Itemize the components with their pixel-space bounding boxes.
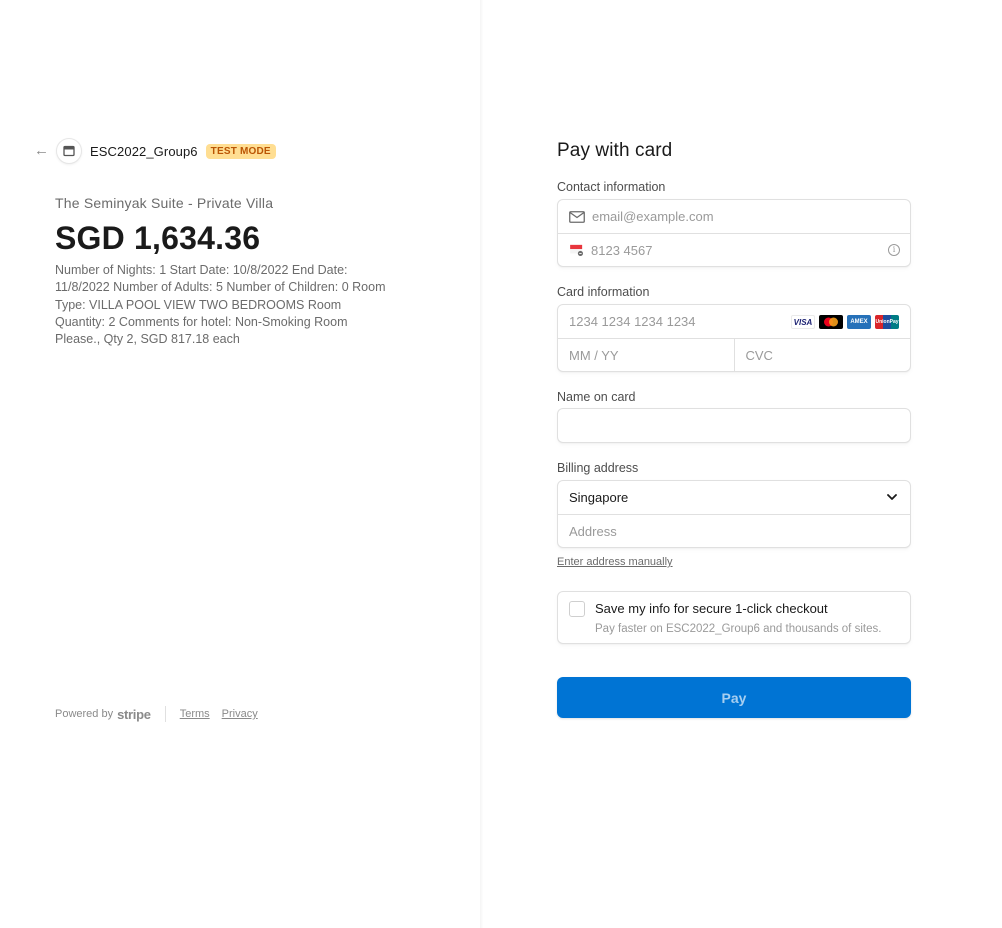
footer: Powered by stripe Terms Privacy — [55, 706, 270, 722]
merchant-header: ← ESC2022_Group6 TEST MODE — [34, 138, 276, 164]
product-name: The Seminyak Suite - Private Villa — [55, 195, 274, 211]
expiry-placeholder: MM / YY — [569, 347, 619, 363]
info-icon[interactable]: i — [888, 244, 900, 256]
contact-info-group: email@example.com 8123 4567 i — [557, 199, 911, 267]
name-on-card-label: Name on card — [557, 390, 636, 404]
mastercard-icon — [819, 315, 843, 329]
card-expiry-cvc-row: MM / YY CVC — [558, 338, 910, 371]
cvc-field[interactable]: CVC — [733, 339, 911, 371]
unionpay-icon: UnionPay — [875, 315, 899, 329]
card-brands: VISA AMEX UnionPay — [791, 315, 899, 329]
card-info-group: 1234 1234 1234 1234 VISA AMEX UnionPay M… — [557, 304, 911, 372]
phone-field[interactable]: 8123 4567 i — [558, 233, 910, 266]
name-on-card-field[interactable] — [558, 409, 910, 442]
contact-info-label: Contact information — [557, 180, 666, 194]
card-number-placeholder: 1234 1234 1234 1234 — [569, 314, 696, 329]
enter-address-manually-link[interactable]: Enter address manually — [557, 556, 673, 568]
save-info-box: Save my info for secure 1-click checkout… — [557, 591, 911, 644]
powered-by[interactable]: Powered by stripe — [55, 707, 151, 722]
mail-icon — [569, 210, 585, 223]
back-arrow-icon[interactable]: ← — [34, 143, 50, 159]
merchant-name: ESC2022_Group6 — [90, 143, 198, 159]
privacy-link[interactable]: Privacy — [222, 708, 258, 720]
visa-icon: VISA — [791, 315, 815, 329]
country-value: Singapore — [569, 490, 629, 505]
singapore-flag-icon — [570, 244, 583, 256]
powered-by-text: Powered by — [55, 708, 114, 720]
email-field[interactable]: email@example.com — [558, 200, 910, 233]
card-number-field[interactable]: 1234 1234 1234 1234 VISA AMEX UnionPay — [558, 305, 910, 338]
address-placeholder: Address — [569, 523, 617, 539]
test-mode-badge: TEST MODE — [205, 143, 276, 159]
billing-address-label: Billing address — [557, 461, 639, 475]
pay-button[interactable]: Pay — [557, 677, 911, 718]
merchant-logo-icon — [56, 138, 82, 164]
save-info-checkbox[interactable] — [569, 601, 585, 617]
cvc-placeholder: CVC — [745, 347, 773, 363]
chevron-down-icon — [887, 494, 897, 500]
amex-icon: AMEX — [847, 315, 871, 329]
pay-with-card-title: Pay with card — [557, 140, 673, 161]
total-amount: SGD 1,634.36 — [55, 220, 261, 256]
save-info-subtitle: Pay faster on ESC2022_Group6 and thousan… — [595, 623, 882, 635]
address-field[interactable]: Address — [558, 514, 910, 547]
card-info-label: Card information — [557, 285, 650, 299]
terms-link[interactable]: Terms — [180, 708, 210, 720]
save-info-title: Save my info for secure 1-click checkout — [595, 601, 828, 616]
footer-divider — [164, 706, 166, 722]
phone-placeholder: 8123 4567 — [591, 242, 653, 258]
name-on-card-group — [557, 408, 911, 443]
email-placeholder: email@example.com — [592, 209, 714, 224]
product-description: Number of Nights: 1 Start Date: 10/8/202… — [55, 263, 386, 347]
country-select[interactable]: Singapore — [558, 481, 910, 514]
billing-address-group: Singapore Address — [557, 480, 911, 548]
stripe-logo: stripe — [117, 706, 151, 722]
expiry-field[interactable]: MM / YY — [558, 339, 734, 371]
